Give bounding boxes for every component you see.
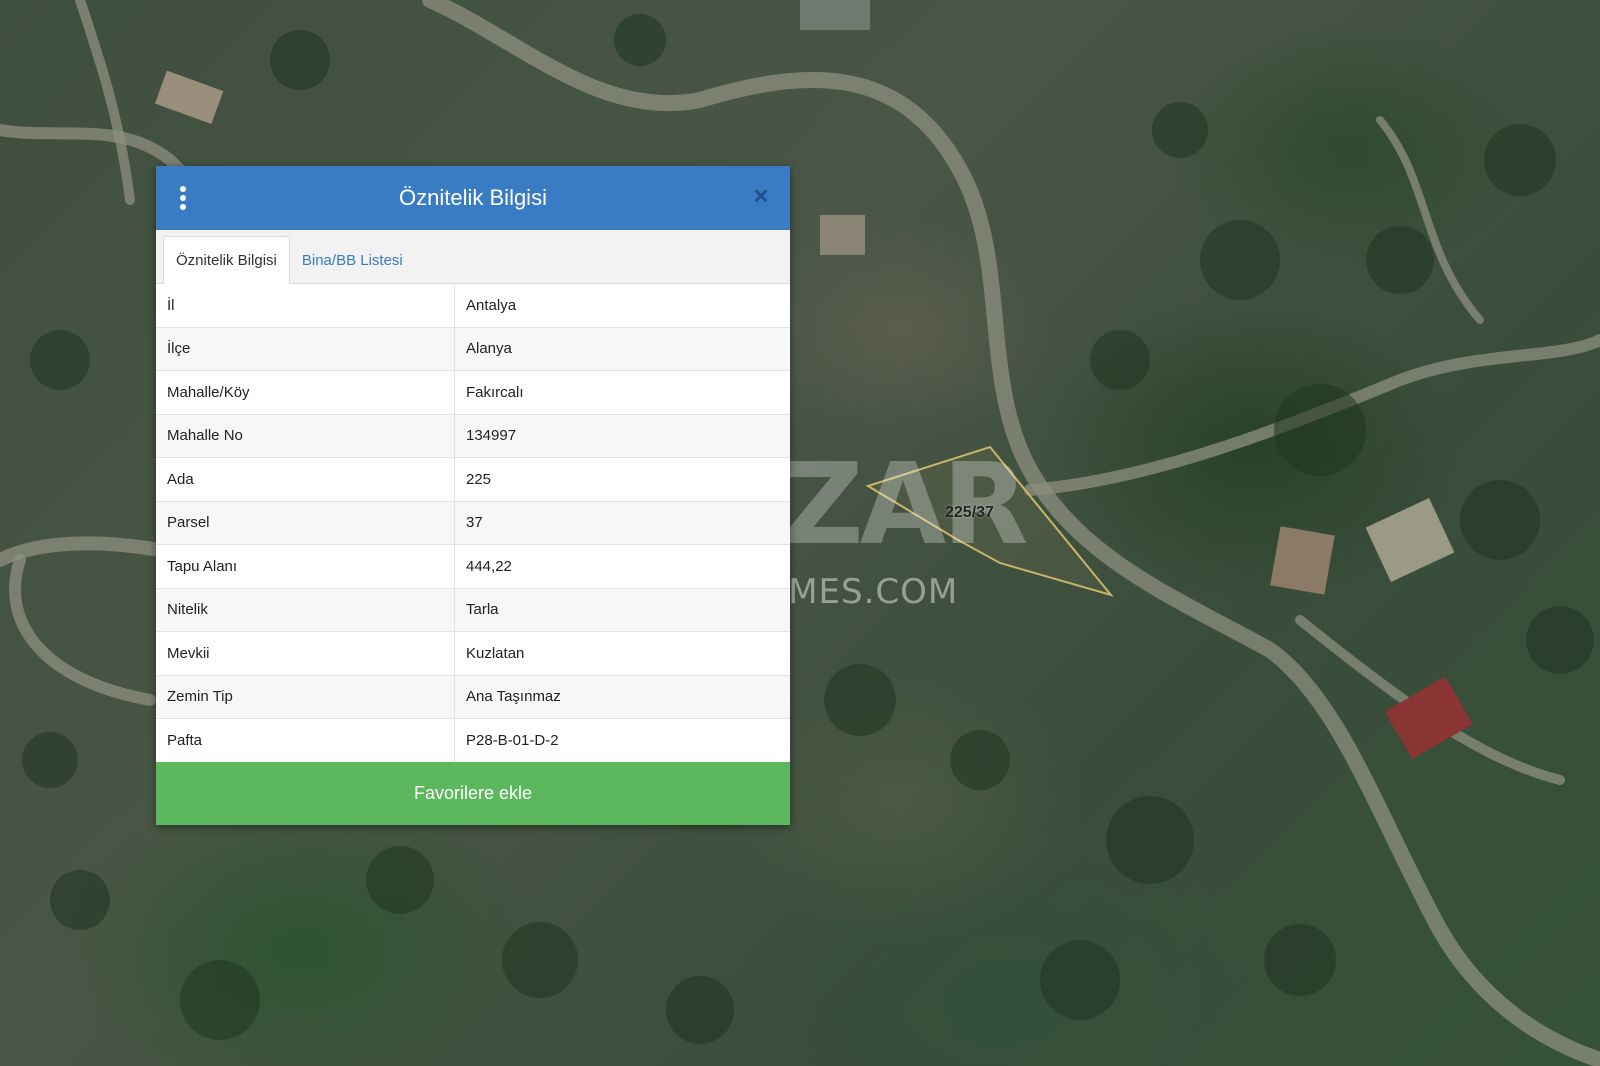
table-row: Mahalle No 134997 [156, 413, 790, 458]
row-key: Mahalle/Köy [156, 370, 455, 414]
attribute-info-dialog: Öznitelik Bilgisi ✕ Öznitelik Bilgisi Bi… [156, 166, 790, 825]
table-row: İl Antalya [156, 284, 790, 327]
row-key: İlçe [156, 326, 455, 371]
dialog-title: Öznitelik Bilgisi [399, 185, 547, 210]
row-key: Mevkii [156, 631, 455, 675]
tab-attribute-info[interactable]: Öznitelik Bilgisi [163, 236, 290, 284]
row-key: Mahalle No [156, 413, 455, 458]
row-key: Ada [156, 457, 455, 501]
dialog-tabs: Öznitelik Bilgisi Bina/BB Listesi [156, 230, 790, 284]
table-row: Mahalle/Köy Fakırcalı [156, 370, 790, 414]
row-value: Kuzlatan [454, 631, 790, 675]
row-value: 225 [454, 457, 790, 501]
table-row: İlçe Alanya [156, 326, 790, 371]
row-value: 134997 [454, 413, 790, 458]
kebab-menu-icon[interactable] [178, 186, 188, 210]
table-row: Tapu Alanı 444,22 [156, 544, 790, 588]
row-key: Zemin Tip [156, 674, 455, 719]
table-row: Nitelik Tarla [156, 587, 790, 632]
row-key: Pafta [156, 718, 455, 762]
attribute-table: İl Antalya İlçe Alanya Mahalle/Köy Fakır… [156, 284, 790, 762]
close-icon[interactable]: ✕ [748, 184, 774, 210]
row-value: Antalya [466, 296, 517, 314]
row-value: Ana Taşınmaz [454, 674, 790, 719]
table-row: Parsel 37 [156, 500, 790, 545]
row-value: Tarla [454, 587, 790, 632]
row-value: 444,22 [454, 544, 790, 588]
table-row: Ada 225 [156, 457, 790, 501]
tab-building-list[interactable]: Bina/BB Listesi [290, 237, 415, 283]
row-value: 37 [454, 500, 790, 545]
parcel-label[interactable]: 225/37 [945, 504, 994, 522]
table-row: Pafta P28-B-01-D-2 [156, 718, 790, 762]
row-key: İl [156, 284, 455, 327]
row-key: Tapu Alanı [156, 544, 455, 588]
row-value: P28-B-01-D-2 [454, 718, 790, 762]
row-key: Parsel [156, 500, 455, 545]
add-to-favorites-button[interactable]: Favorilere ekle [156, 761, 790, 825]
row-value: Fakırcalı [454, 370, 790, 414]
row-value: Alanya [454, 326, 790, 371]
table-row: Mevkii Kuzlatan [156, 631, 790, 675]
table-row: Zemin Tip Ana Taşınmaz [156, 674, 790, 719]
dialog-header: Öznitelik Bilgisi ✕ [156, 166, 790, 230]
row-key: Nitelik [156, 587, 455, 632]
